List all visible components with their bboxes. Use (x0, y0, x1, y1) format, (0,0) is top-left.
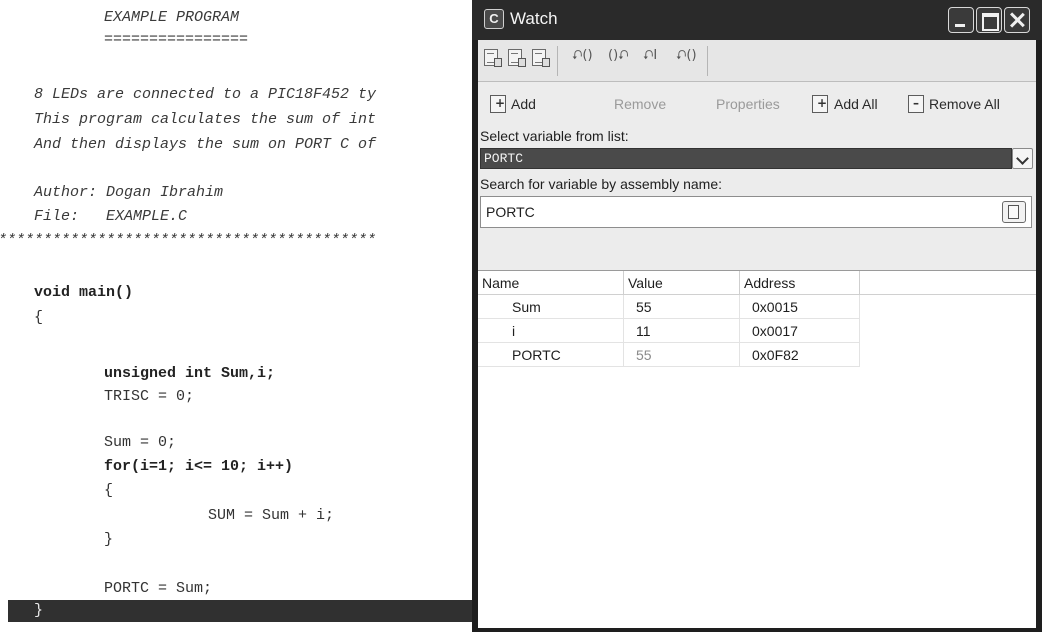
code-line: } (104, 531, 114, 548)
cell-value: 11 (624, 319, 740, 343)
add-all-icon (812, 95, 828, 113)
code-line: Author: Dogan Ibrahim (34, 184, 224, 201)
cell-name: PORTC (478, 343, 624, 367)
remove-all-button[interactable]: Remove All (929, 94, 1000, 114)
code-line: ****************************************… (0, 232, 377, 249)
search-input[interactable]: PORTC (480, 196, 1032, 228)
close-button[interactable] (1004, 7, 1030, 33)
variable-select[interactable]: PORTC (480, 148, 1012, 169)
code-line: PORTC = Sum; (104, 580, 213, 597)
column-header-address[interactable]: Address (740, 271, 860, 295)
code-line: void main() (34, 284, 134, 301)
table-row[interactable]: i 11 0x0017 (478, 319, 860, 343)
maximize-button[interactable] (976, 7, 1002, 33)
code-line: ================ (104, 31, 249, 48)
add-symbol-icon[interactable] (1002, 201, 1026, 223)
window-title: Watch (510, 9, 558, 28)
code-line: unsigned int Sum,i; (104, 365, 276, 382)
toolbar-separator (558, 46, 708, 76)
code-line: EXAMPLE PROGRAM (104, 9, 240, 26)
watch-table[interactable]: Name Value Address Sum 55 0x0015 i 11 0x… (478, 270, 1036, 632)
remove-button[interactable]: Remove (614, 94, 666, 114)
cell-address: 0x0F82 (740, 343, 860, 367)
chevron-down-icon[interactable] (1012, 148, 1033, 169)
remove-all-icon (908, 95, 924, 113)
table-row[interactable]: Sum 55 0x0015 (478, 295, 860, 319)
cell-name: i (478, 319, 624, 343)
table-row[interactable]: PORTC 55 0x0F82 (478, 343, 860, 367)
toolbar: ⮏() ()⮏ ⮏I ⮏() (478, 40, 1036, 82)
add-icon (490, 95, 506, 113)
cell-name: Sum (478, 295, 624, 319)
variable-select-value: PORTC (484, 151, 524, 166)
code-line: And then displays the sum on PORT C of (34, 136, 377, 153)
toolbar-separator (478, 46, 558, 76)
column-header-value[interactable]: Value (624, 271, 740, 295)
cell-address: 0x0017 (740, 319, 860, 343)
properties-button[interactable]: Properties (716, 94, 780, 114)
add-button[interactable]: Add (511, 94, 536, 114)
code-line: TRISC = 0; (104, 388, 195, 405)
minimize-button[interactable] (948, 7, 974, 33)
selected-code-line: } (8, 600, 478, 622)
cell-address: 0x0015 (740, 295, 860, 319)
add-all-button[interactable]: Add All (834, 94, 878, 114)
code-line: for(i=1; i<= 10; i++) (104, 458, 294, 475)
table-header: Name Value Address (478, 271, 1036, 295)
column-header-name[interactable]: Name (478, 271, 624, 295)
cell-value: 55 (624, 343, 740, 367)
select-variable-label: Select variable from list: (480, 128, 629, 144)
title-bar[interactable]: C Watch (472, 0, 1042, 40)
watch-client-area: ⮏() ()⮏ ⮏I ⮏() Add Remove Properties Add… (478, 40, 1036, 632)
cell-value: 55 (624, 295, 740, 319)
code-line: This program calculates the sum of int (34, 111, 377, 128)
code-line: Sum = 0; (104, 434, 177, 451)
window-frame (472, 628, 1042, 632)
code-line: { (34, 309, 44, 326)
code-line: SUM = Sum + i; (208, 507, 335, 524)
code-line: 8 LEDs are connected to a PIC18F452 ty (34, 86, 377, 103)
code-editor[interactable]: EXAMPLE PROGRAM ================ 8 LEDs … (0, 0, 478, 632)
code-line: File: EXAMPLE.C (34, 208, 188, 225)
code-line: { (104, 482, 114, 499)
watch-window: C Watch ⮏() ()⮏ ⮏I ⮏() Add Remove Proper… (472, 0, 1042, 632)
app-icon: C (484, 9, 504, 29)
search-label: Search for variable by assembly name: (480, 176, 722, 192)
